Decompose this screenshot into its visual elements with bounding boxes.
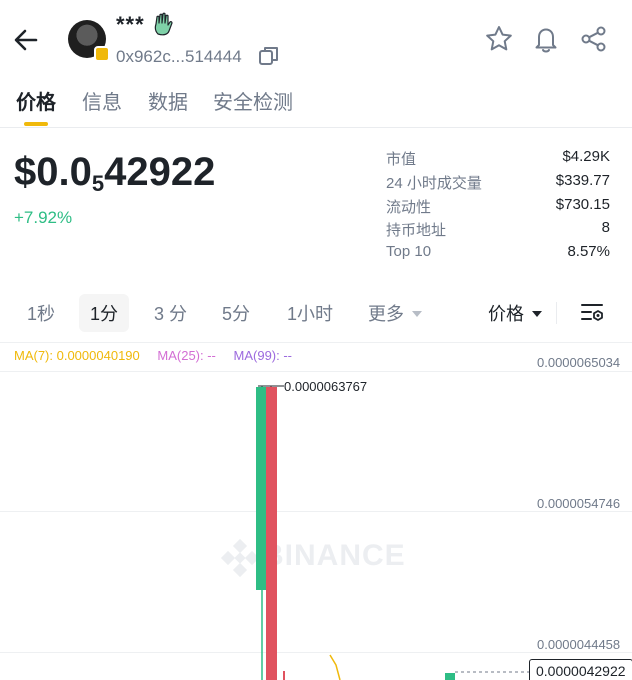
token-name: ***	[116, 12, 145, 37]
stat-label: 24 小时成交量	[386, 174, 482, 192]
chevron-down-icon	[532, 311, 542, 317]
interval-bar: 1秒 1分 3 分 5分 1小时 更多 价格	[0, 292, 632, 334]
price-zero-count: 5	[91, 171, 105, 196]
stat-value: 8.57%	[567, 243, 610, 261]
bell-icon[interactable]	[531, 24, 561, 54]
candle-up	[256, 387, 266, 590]
stat-top10: Top 10 8.57%	[386, 243, 610, 267]
tab-price[interactable]: 价格	[16, 86, 56, 115]
interval-1s[interactable]: 1秒	[27, 300, 55, 326]
stat-liquidity: 流动性 $730.15	[386, 196, 610, 220]
stat-value: $339.77	[555, 171, 610, 189]
stat-label: 流动性	[386, 198, 432, 216]
price-digits: 42922	[104, 150, 216, 194]
active-tab-indicator	[24, 122, 48, 126]
bnb-chain-badge-icon	[94, 46, 110, 62]
current-price-label: 0.0000042922	[529, 659, 632, 680]
stat-market-cap: 市值 $4.29K	[386, 148, 610, 172]
stat-holders: 持币地址 8	[386, 219, 610, 243]
star-icon[interactable]	[484, 24, 514, 54]
stat-value: $730.15	[555, 195, 610, 213]
stat-label: 持币地址	[386, 222, 447, 240]
chart-settings-icon[interactable]	[580, 302, 604, 324]
current-price: $0.0542922	[14, 150, 215, 197]
copy-icon[interactable]	[258, 45, 280, 67]
price-change: +7.92%	[14, 208, 73, 227]
price-type-dropdown[interactable]: 价格	[488, 300, 542, 326]
share-icon[interactable]	[579, 24, 609, 54]
tab-data[interactable]: 数据	[148, 86, 188, 115]
ma7-line	[329, 654, 341, 680]
candle-down	[266, 387, 277, 680]
stat-24h-volume: 24 小时成交量 $339.77	[386, 172, 610, 196]
interval-3m[interactable]: 3 分	[154, 300, 187, 326]
price-chart[interactable]: MA(7): 0.0000040190 MA(25): -- MA(99): -…	[0, 343, 632, 680]
tab-security-check[interactable]: 安全检测	[213, 86, 293, 115]
stat-value: 8	[601, 219, 610, 237]
stat-label: 市值	[386, 151, 417, 168]
token-avatar	[68, 20, 110, 62]
wave-hand-icon	[154, 12, 173, 36]
high-price-label: 0.0000063767	[284, 379, 368, 394]
interval-1m[interactable]: 1分	[79, 294, 130, 332]
interval-5m[interactable]: 5分	[222, 300, 250, 326]
divider	[556, 302, 557, 324]
header: *** 0x962c...514444	[0, 0, 632, 78]
back-arrow-icon[interactable]	[10, 24, 42, 56]
stat-label: Top 10	[386, 243, 432, 261]
interval-1h[interactable]: 1小时	[287, 300, 333, 326]
tab-info[interactable]: 信息	[82, 86, 122, 115]
price-prefix: $0.0	[14, 150, 92, 194]
interval-more-label: 更多	[368, 304, 404, 324]
price-type-label: 价格	[488, 304, 524, 324]
candle-up	[445, 673, 455, 680]
tab-bar: 价格 信息 数据 安全检测	[0, 84, 632, 128]
chevron-down-icon	[412, 311, 422, 317]
contract-address: 0x962c...514444	[116, 47, 242, 66]
interval-more-dropdown[interactable]: 更多	[368, 300, 422, 326]
stats-panel: 市值 $4.29K 24 小时成交量 $339.77 流动性 $730.15 持…	[386, 148, 610, 267]
stat-value: $4.29K	[562, 148, 610, 165]
